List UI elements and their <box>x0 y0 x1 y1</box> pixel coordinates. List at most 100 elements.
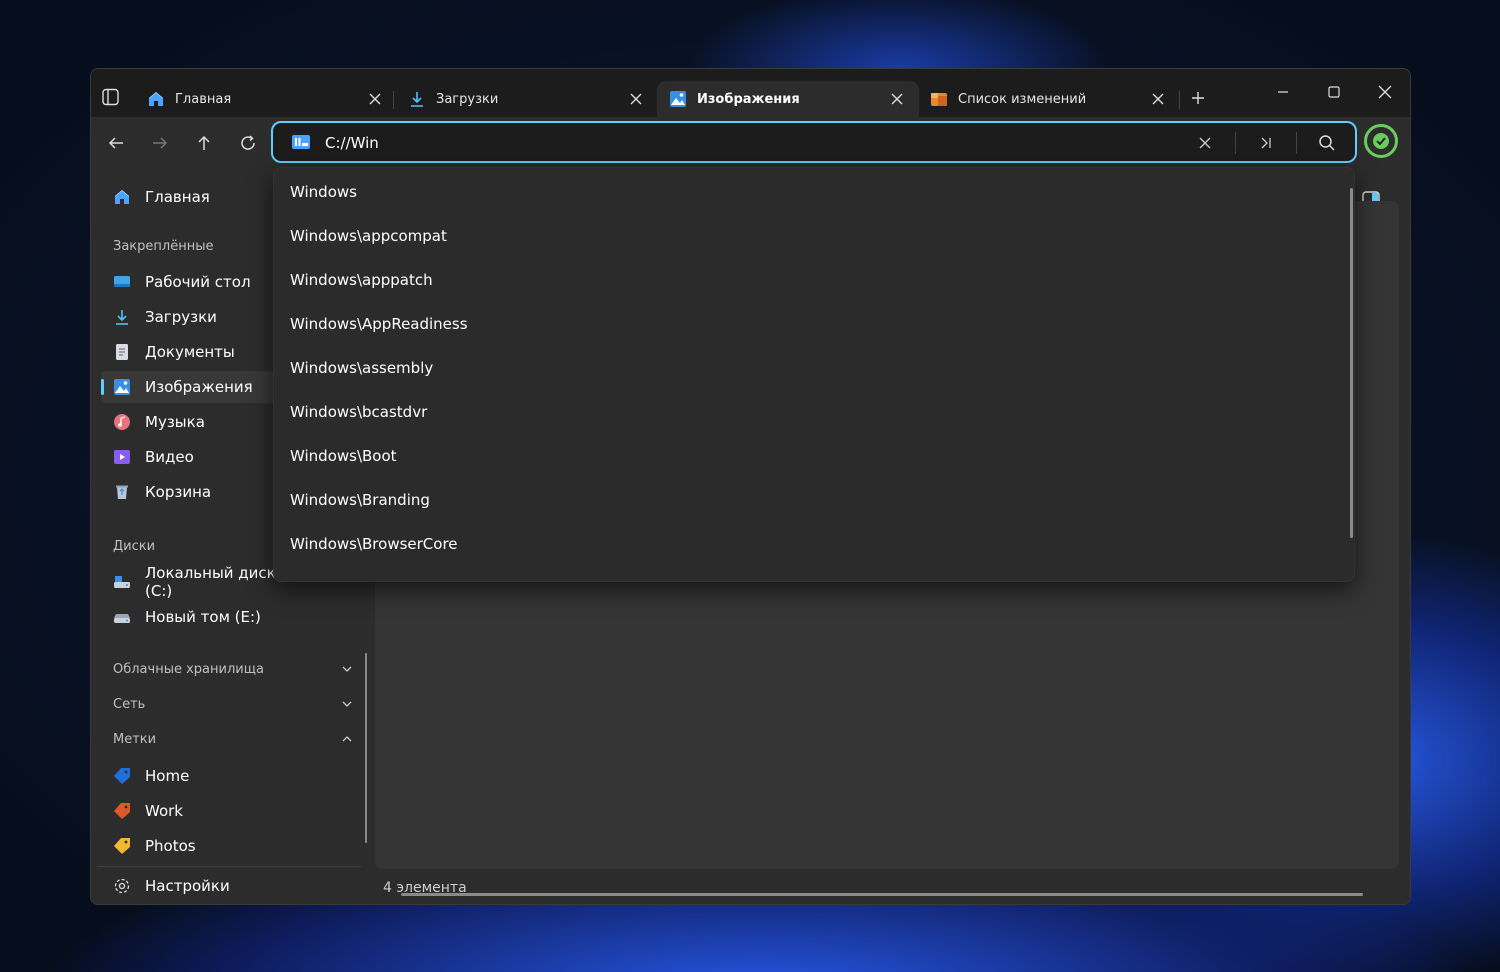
gear-icon <box>113 877 131 895</box>
drive-icon <box>291 134 311 150</box>
suggestion-item[interactable]: Windows\bcastdvr <box>274 390 1334 434</box>
home-icon <box>113 188 131 206</box>
sidebar-item-label: Видео <box>145 448 194 466</box>
sidebar-item-label: Новый том (E:) <box>145 608 261 626</box>
sidebar-item-home[interactable]: Главная <box>101 181 271 213</box>
drive-icon <box>113 573 131 591</box>
cloud-storage-header[interactable]: Облачные хранилища <box>113 662 264 677</box>
tab-home[interactable]: Главная <box>135 81 397 117</box>
sidebar-item-label: Документы <box>145 343 235 361</box>
sidebar-toggle-icon[interactable] <box>101 87 121 107</box>
desktop-icon <box>113 273 131 291</box>
download-icon <box>113 308 131 326</box>
status-ok-icon[interactable] <box>1364 124 1398 158</box>
address-divider <box>1296 132 1297 154</box>
suggestion-item[interactable]: Windows\Boot <box>274 434 1334 478</box>
selection-indicator <box>101 379 104 395</box>
close-icon[interactable] <box>883 85 911 113</box>
status-bar-item-count: 4 элемента <box>383 880 467 896</box>
suggestion-item[interactable]: Windows\AppReadiness <box>274 302 1334 346</box>
chevron-down-icon[interactable] <box>339 661 355 677</box>
tab-divider <box>393 91 394 109</box>
tab-bar: Главная Загрузки Изображения Список изме… <box>91 69 1410 117</box>
sidebar-item-downloads[interactable]: Загрузки <box>101 301 271 333</box>
tab-pictures[interactable]: Изображения <box>657 81 919 117</box>
suggestion-item[interactable]: Windows\assembly <box>274 346 1334 390</box>
chevron-up-icon[interactable] <box>339 731 355 747</box>
sidebar-item-label: Work <box>145 802 183 820</box>
suggestion-item[interactable]: Windows <box>274 170 1334 214</box>
document-icon <box>113 343 131 361</box>
tag-icon <box>113 802 131 820</box>
forward-arrow-icon[interactable] <box>146 129 174 157</box>
sidebar-item-pictures[interactable]: Изображения <box>101 371 276 403</box>
sidebar-tag-work[interactable]: Work <box>101 795 271 827</box>
tab-label: Загрузки <box>436 91 499 107</box>
music-icon <box>113 413 131 431</box>
network-header[interactable]: Сеть <box>113 697 145 712</box>
suggestion-item[interactable]: Windows\Branding <box>274 478 1334 522</box>
go-to-icon[interactable] <box>1252 129 1280 157</box>
sidebar-item-videos[interactable]: Видео <box>101 441 271 473</box>
close-icon[interactable] <box>361 85 389 113</box>
tab-downloads[interactable]: Загрузки <box>396 81 658 117</box>
suggestion-item[interactable]: Windows\appcompat <box>274 214 1334 258</box>
up-arrow-icon[interactable] <box>190 129 218 157</box>
clear-icon[interactable] <box>1191 129 1219 157</box>
close-window-icon[interactable] <box>1362 77 1408 107</box>
sidebar-item-label: Локальный диск (C:) <box>145 564 276 600</box>
sidebar-item-label: Корзина <box>145 483 212 501</box>
sidebar-item-label: Рабочий стол <box>145 273 251 291</box>
suggestions-scrollbar[interactable] <box>1350 188 1353 538</box>
suggestion-item[interactable]: Windows\BrowserCore <box>274 522 1334 566</box>
horizontal-scrollbar[interactable] <box>401 893 1363 896</box>
sidebar-tag-home[interactable]: Home <box>101 760 271 792</box>
tag-icon <box>113 767 131 785</box>
sidebar-tag-photos[interactable]: Photos <box>101 830 271 862</box>
tab-label: Список изменений <box>958 91 1087 107</box>
download-icon <box>408 90 426 108</box>
sidebar-item-label: Настройки <box>145 877 230 895</box>
tags-header[interactable]: Метки <box>113 732 156 747</box>
video-icon <box>113 448 131 466</box>
sidebar-item-settings[interactable]: Настройки <box>101 870 271 902</box>
sidebar-item-drive-e[interactable]: Новый том (E:) <box>101 601 271 633</box>
drive-icon <box>113 608 131 626</box>
sidebar-item-label: Home <box>145 767 190 785</box>
chevron-down-icon[interactable] <box>339 696 355 712</box>
sidebar-item-desktop[interactable]: Рабочий стол <box>101 266 271 298</box>
search-icon[interactable] <box>1313 129 1341 157</box>
sidebar-item-documents[interactable]: Документы <box>101 336 271 368</box>
address-bar[interactable] <box>271 121 1357 163</box>
sidebar-item-label: Главная <box>145 188 210 206</box>
maximize-icon[interactable] <box>1311 77 1357 107</box>
sidebar-divider <box>97 866 361 867</box>
close-icon[interactable] <box>1144 85 1172 113</box>
tab-label: Изображения <box>697 91 800 107</box>
sidebar-item-music[interactable]: Музыка <box>101 406 271 438</box>
tab-changelog[interactable]: Список изменений <box>918 81 1180 117</box>
home-icon <box>147 90 165 108</box>
sidebar-item-label: Музыка <box>145 413 205 431</box>
pictures-icon <box>669 90 687 108</box>
sidebar-item-label: Photos <box>145 837 196 855</box>
refresh-icon[interactable] <box>234 129 262 157</box>
navigation-toolbar <box>91 117 1410 169</box>
sidebar-item-label: Изображения <box>145 378 253 396</box>
changelog-icon <box>930 90 948 108</box>
new-tab-icon[interactable] <box>1187 87 1209 109</box>
minimize-icon[interactable] <box>1260 77 1306 107</box>
address-divider <box>1235 132 1236 154</box>
address-input[interactable] <box>325 129 1185 157</box>
close-icon[interactable] <box>622 85 650 113</box>
drives-header: Диски <box>113 539 156 554</box>
sidebar-item-label: Загрузки <box>145 308 217 326</box>
suggestion-item[interactable]: Windows\apppatch <box>274 258 1334 302</box>
back-arrow-icon[interactable] <box>102 129 130 157</box>
sidebar-item-drive-c[interactable]: Локальный диск (C:) <box>101 564 291 600</box>
address-suggestions-dropdown: Windows Windows\appcompat Windows\apppat… <box>273 167 1355 582</box>
pinned-header: Закреплённые <box>113 239 214 254</box>
sidebar-item-recycle-bin[interactable]: Корзина <box>101 476 271 508</box>
tag-icon <box>113 837 131 855</box>
tab-label: Главная <box>175 91 232 107</box>
